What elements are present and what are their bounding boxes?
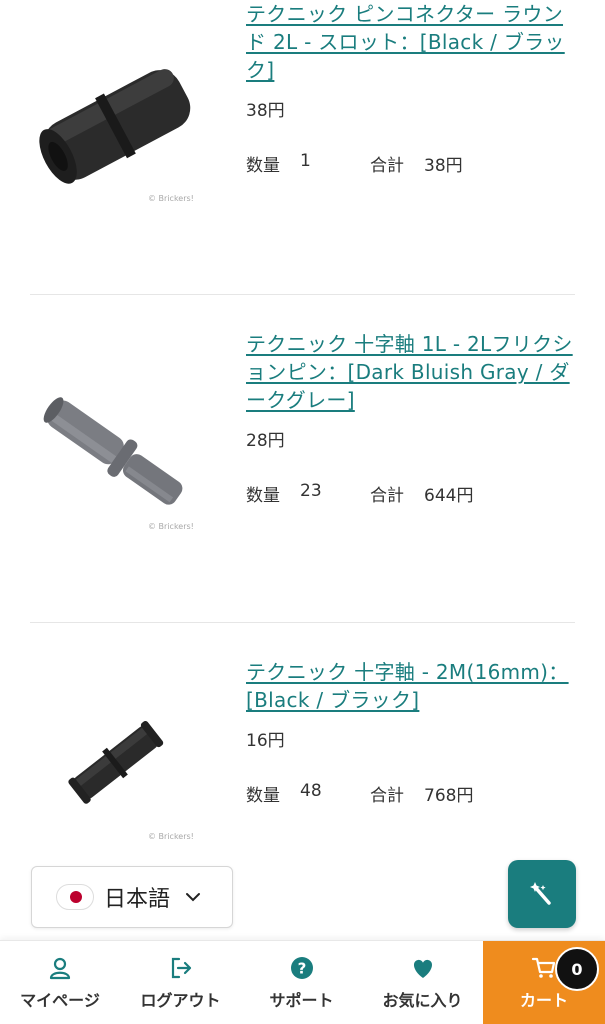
unit-price: 38円 [246, 101, 285, 121]
nav-cart[interactable]: カート 0 [483, 941, 605, 1024]
unit-price: 16円 [246, 731, 285, 751]
qty-label: 数量 [246, 156, 280, 176]
total-value: 644円 [424, 486, 474, 506]
qty-value: 23 [300, 481, 322, 501]
language-label: 日本語 [104, 887, 171, 912]
qty-label: 数量 [246, 786, 280, 806]
total-label: 合計 [370, 786, 404, 806]
qty-row: 数量 48 合計 768円 [246, 781, 576, 806]
total-label: 合計 [370, 486, 404, 506]
divider [30, 622, 575, 623]
help-icon: ? [290, 956, 313, 979]
logout-icon [171, 957, 191, 978]
qty-row: 数量 1 合計 38円 [246, 151, 576, 176]
nav-label: カート [519, 990, 568, 1010]
magic-wand-button[interactable] [508, 860, 576, 928]
bottom-nav: マイページ ログアウト ? サポート お気に入り カート 0 [0, 940, 605, 1024]
heart-icon [413, 959, 432, 978]
language-select[interactable]: 日本語 [31, 866, 233, 928]
qty-label: 数量 [246, 486, 280, 506]
cart-item: © Brickers! テクニック ピンコネクター ラウンド 2L - スロット… [0, 0, 605, 290]
chevron-down-icon [186, 893, 201, 902]
pin-connector-icon [39, 69, 191, 184]
qty-value: 48 [300, 781, 322, 801]
qty-value: 1 [300, 151, 311, 171]
total-label: 合計 [370, 156, 404, 176]
cart-count-badge: 0 [555, 947, 599, 991]
nav-label: サポート [269, 990, 334, 1010]
product-image[interactable]: © Brickers! [30, 368, 200, 538]
user-icon [49, 957, 71, 979]
svg-text:?: ? [297, 959, 306, 977]
cart-item: © Brickers! テクニック 十字軸 - 2M(16mm)：[Black … [0, 658, 605, 858]
total-value: 38円 [424, 156, 463, 176]
magic-wand-icon [530, 882, 551, 905]
nav-logout[interactable]: ログアウト [120, 941, 241, 1024]
product-image[interactable]: © Brickers! [30, 40, 200, 210]
product-image[interactable]: © Brickers! [30, 678, 200, 848]
nav-label: マイページ [20, 990, 100, 1010]
product-title-link[interactable]: テクニック 十字軸 1L - 2Lフリクションピン：[Dark Bluish G… [246, 330, 576, 414]
product-title-link[interactable]: テクニック ピンコネクター ラウンド 2L - スロット：[Black / ブラ… [246, 0, 576, 84]
total-value: 768円 [424, 786, 474, 806]
axle-pin-icon [43, 397, 183, 505]
axle-icon [68, 720, 164, 804]
nav-label: お気に入り [382, 990, 463, 1010]
nav-mypage[interactable]: マイページ [0, 941, 120, 1024]
nav-support[interactable]: ? サポート [241, 941, 362, 1024]
qty-row: 数量 23 合計 644円 [246, 481, 576, 506]
cart-item: © Brickers! テクニック 十字軸 1L - 2Lフリクションピン：[D… [0, 330, 605, 620]
unit-price: 28円 [246, 431, 285, 451]
cart-icon [531, 957, 556, 978]
watermark: © Brickers! [148, 522, 194, 531]
divider [30, 294, 575, 295]
watermark: © Brickers! [148, 194, 194, 203]
nav-label: ログアウト [140, 990, 221, 1010]
product-title-link[interactable]: テクニック 十字軸 - 2M(16mm)：[Black / ブラック] [246, 658, 576, 714]
watermark: © Brickers! [148, 832, 194, 841]
nav-favorites[interactable]: お気に入り [362, 941, 483, 1024]
japan-flag-icon [56, 884, 94, 910]
